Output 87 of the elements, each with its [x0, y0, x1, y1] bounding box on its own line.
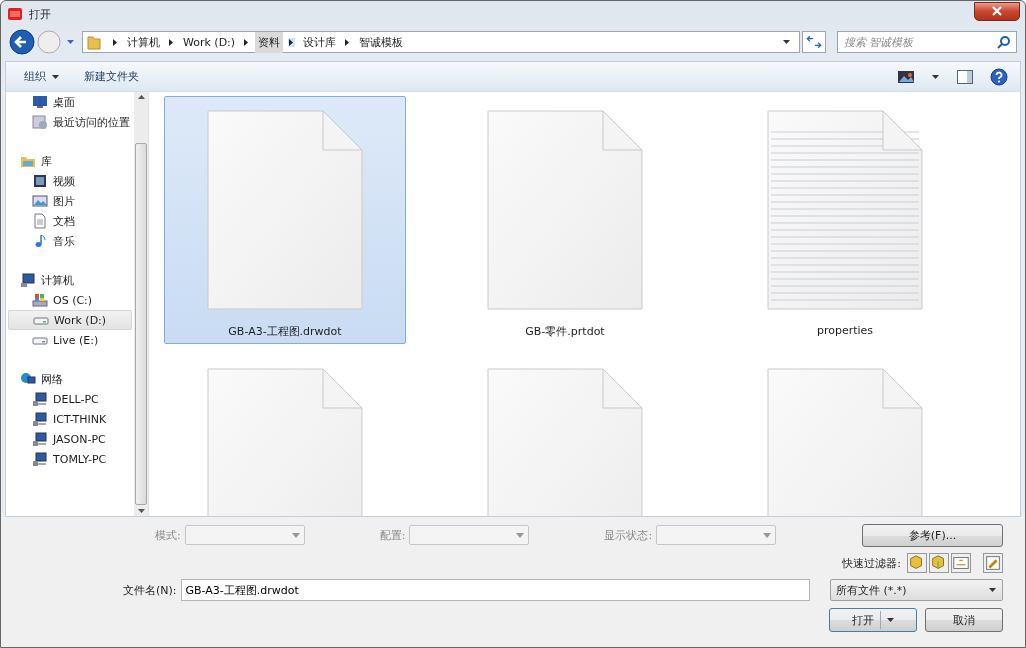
option-label: 模式: [155, 527, 181, 543]
breadcrumb-arrow-icon[interactable] [344, 37, 352, 47]
sidebar-item[interactable]: 文档 [8, 211, 132, 231]
sidebar-item[interactable]: Live (E:) [8, 330, 132, 350]
breadcrumb-arrow-icon[interactable] [112, 37, 119, 47]
new-folder-button[interactable]: 新建文件夹 [76, 66, 147, 87]
preview-pane-icon[interactable] [956, 68, 974, 85]
file-name: GB-A3-工程图.drwdot [228, 324, 342, 339]
caret-icon[interactable] [887, 618, 894, 622]
file-type-dropdown[interactable]: 所有文件 (*.*) [830, 579, 1003, 601]
option-label: 配置: [379, 527, 406, 543]
sidebar-item[interactable]: OS (C:) [8, 290, 132, 310]
view-icon[interactable] [897, 68, 915, 85]
sidebar-item[interactable]: 视频 [8, 171, 132, 191]
drive-icon [32, 292, 48, 308]
sidebar-item[interactable]: 音乐 [8, 231, 132, 251]
scroll-thumb[interactable] [135, 143, 147, 505]
close-icon[interactable] [991, 6, 1003, 16]
breadcrumb[interactable]: Work (D:) [180, 32, 239, 52]
recent-places-icon [32, 114, 48, 130]
sidebar-item[interactable]: ICT-THINK [8, 409, 132, 429]
file-item[interactable]: properties [724, 96, 966, 344]
cancel-button[interactable]: 取消 [925, 608, 1003, 632]
option-label: 显示状态: [604, 527, 653, 543]
file-name: properties [816, 324, 874, 337]
file-item[interactable]: GB-A3-工程图.drwdot [164, 96, 406, 344]
search-field[interactable]: 搜索 智诚模板 [837, 31, 1017, 53]
caret-icon[interactable] [51, 73, 60, 80]
breadcrumb-arrow-icon[interactable] [243, 37, 251, 47]
computer-icon [32, 451, 48, 467]
breadcrumb[interactable]: 资料 [255, 31, 284, 53]
refresh-button[interactable] [802, 31, 826, 53]
desktop-icon [32, 94, 48, 110]
sidebar-item[interactable]: 最近访问的位置 [8, 112, 132, 132]
breadcrumb[interactable]: 智诚模板 [356, 31, 407, 53]
open-button[interactable]: 打开 [829, 608, 917, 632]
sidebar-item[interactable]: 桌面 [8, 92, 132, 112]
sidebar-item[interactable]: DELL-PC [8, 389, 132, 409]
breadcrumb[interactable]: 设计库 [300, 31, 340, 53]
folder-icon [87, 34, 101, 50]
dropdown-caret-icon[interactable] [782, 39, 791, 45]
file-item[interactable]: GB-零件.prtdot [444, 96, 686, 344]
blank-document-icon [207, 110, 363, 310]
lined-document-icon [767, 110, 923, 310]
back-button[interactable] [9, 29, 35, 55]
sidebar-item[interactable]: JASON-PC [8, 429, 132, 449]
network-icon [20, 371, 36, 387]
document-icon [32, 213, 48, 229]
file-name: GB-零件.prtdot [525, 324, 605, 339]
window-title: 打开 [29, 6, 51, 22]
sidebar-item[interactable]: 库 [6, 151, 134, 171]
sidebar-item[interactable]: 图片 [8, 191, 132, 211]
assembly-filter-button[interactable] [929, 553, 949, 573]
help-icon[interactable] [990, 67, 1008, 86]
close-button[interactable] [974, 1, 1020, 21]
caret-icon[interactable] [988, 587, 997, 593]
search-icon[interactable] [997, 35, 1011, 49]
scroll-down-icon[interactable] [137, 509, 145, 513]
sidebar-item[interactable]: 计算机 [6, 270, 134, 290]
picture-icon [32, 193, 48, 209]
computer-icon [20, 272, 36, 288]
part-filter-button[interactable] [907, 553, 927, 573]
address-bar[interactable]: 计算机 Work (D:) 资料 设计库 智诚模板 [82, 31, 800, 53]
quick-filter-label: 快速过滤器: [842, 555, 901, 571]
file-name-field[interactable]: GB-A3-工程图.drwdot [180, 579, 810, 601]
file-name-label: 文件名(N): [123, 582, 177, 598]
sidebar-item[interactable]: Work (D:) [8, 310, 132, 330]
sidebar-item[interactable]: TOMLY-PC [8, 449, 132, 469]
reference-button[interactable]: 参考(F)... [862, 523, 1003, 547]
breadcrumb-arrow-icon[interactable] [288, 37, 296, 47]
all-files-filter-button[interactable] [983, 553, 1003, 573]
breadcrumb[interactable]: 计算机 [124, 31, 163, 53]
computer-icon [32, 431, 48, 447]
scrollbar[interactable] [134, 92, 148, 516]
film-icon [32, 173, 48, 189]
computer-icon [32, 411, 48, 427]
organize-menu-button[interactable]: 组织 [16, 66, 68, 87]
blank-document-icon [487, 110, 643, 310]
computer-icon [32, 391, 48, 407]
sidebar-item[interactable]: 网络 [6, 369, 134, 389]
scroll-up-icon[interactable] [137, 95, 145, 99]
music-note-icon [32, 233, 48, 249]
breadcrumb-arrow-icon[interactable] [168, 37, 175, 47]
drawing-filter-button[interactable] [951, 553, 971, 573]
app-icon [7, 6, 23, 22]
history-caret-icon[interactable] [66, 39, 75, 45]
view-caret-icon[interactable] [931, 73, 940, 80]
